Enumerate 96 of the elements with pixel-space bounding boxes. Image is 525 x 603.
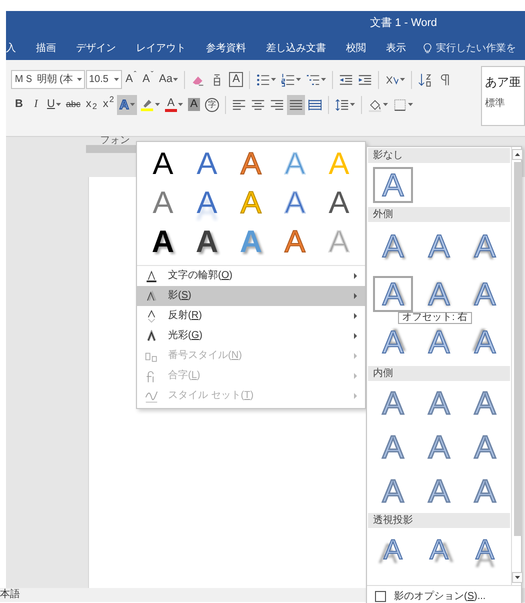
ribbon-tab[interactable]: 描画 (26, 42, 66, 55)
menu-item[interactable]: 影(S) (137, 286, 365, 306)
text-effect-sample[interactable]: A (141, 222, 185, 261)
scrollbar-thumb[interactable] (514, 162, 522, 536)
lightbulb-icon (422, 43, 433, 54)
strikethrough-button[interactable]: abc (64, 94, 82, 114)
distributed-icon (308, 98, 322, 112)
shadow-preset[interactable]: A (419, 473, 459, 509)
outline-icon (145, 270, 158, 282)
section-header: 外側 (368, 207, 510, 222)
line-spacing-icon (334, 98, 349, 112)
submenu-arrow-icon (354, 373, 357, 379)
bold-button[interactable]: B (11, 94, 27, 114)
caret-icon (114, 78, 119, 81)
text-effect-sample[interactable]: A (273, 222, 317, 261)
ribbon-tab[interactable]: 入 (6, 42, 26, 55)
ribbon-tab[interactable]: レイアウト (126, 42, 196, 55)
subscript-button[interactable]: x$_{2}$ (83, 94, 100, 114)
submenu-arrow-icon (354, 313, 357, 319)
justify-icon (288, 98, 303, 112)
submenu-arrow-icon (354, 273, 357, 279)
multilevel-list-icon (306, 72, 320, 86)
text-effect-sample[interactable]: A (185, 144, 229, 183)
sort-icon (418, 72, 432, 86)
shadow-preset[interactable]: A (373, 429, 413, 465)
checkbox[interactable] (375, 591, 386, 602)
text-effect-sample[interactable]: A (273, 144, 317, 183)
text-effect-sample[interactable]: A (229, 222, 273, 261)
style-set-icon (145, 390, 158, 402)
submenu-arrow-icon (354, 393, 357, 399)
shadow-preset[interactable]: A (419, 429, 459, 465)
section-header: 透視投影 (368, 513, 510, 528)
text-effect-sample[interactable]: A (273, 183, 317, 222)
decrease-indent-icon (338, 72, 353, 86)
underline-button[interactable]: U (45, 94, 63, 114)
text-effect-sample[interactable]: A (185, 183, 229, 222)
scroll-up-button[interactable] (512, 149, 523, 160)
caret-icon (77, 78, 82, 81)
italic-button[interactable]: I (28, 94, 44, 114)
font-size-field[interactable]: 10.5 (86, 70, 122, 89)
change-case-button[interactable]: Aa (157, 70, 180, 90)
text-effect-sample[interactable]: A (317, 183, 361, 222)
ribbon-tab[interactable]: 表示 (376, 42, 416, 55)
ribbon-tab[interactable]: 校閲 (336, 42, 376, 55)
reflection-icon (145, 310, 158, 322)
highlighter-icon (140, 98, 154, 112)
shrink-font-button[interactable]: A$^{ˇ}$ (140, 70, 156, 90)
glow-icon (145, 330, 158, 342)
down-arrow-icon (515, 576, 520, 579)
borders-icon (392, 98, 407, 112)
submenu-arrow-icon (354, 333, 357, 339)
group-label: フォン (100, 135, 130, 147)
style-sample: あア亜 (485, 75, 521, 90)
shadow-preset[interactable]: A (419, 385, 459, 421)
text-effect-sample[interactable]: A (141, 183, 185, 222)
text-effect-sample[interactable]: A (185, 222, 229, 261)
grow-font-button[interactable]: A$^{ˆ}$ (123, 70, 139, 90)
shadow-preset[interactable]: A (465, 473, 505, 509)
style-gallery[interactable]: あア亜 標準 (481, 66, 525, 126)
shadow-preset[interactable]: A (373, 473, 413, 509)
menu-item[interactable]: 文字の輪郭(O) (137, 266, 365, 286)
tooltip: オフセット: 右 (398, 312, 472, 324)
section-header: 内側 (368, 366, 510, 381)
shadow-preset[interactable]: A (465, 429, 505, 465)
align-left-icon (232, 98, 246, 112)
justify-button[interactable] (286, 94, 305, 114)
shadow-icon (145, 290, 158, 302)
style-name: 標準 (485, 98, 505, 110)
shadow-preset[interactable]: A (465, 385, 505, 421)
shadow-preset[interactable]: A (373, 385, 413, 421)
menu-item[interactable]: 反射(R) (137, 306, 365, 326)
window-title: 文書 1 - Word (370, 17, 438, 31)
bullet-list-icon (256, 72, 270, 86)
menu-item[interactable]: 光彩(G) (137, 326, 365, 346)
language-status[interactable]: 本語 (0, 589, 20, 600)
section-header: 影なし (368, 148, 510, 163)
paint-bucket-icon (368, 98, 382, 112)
align-center-icon (250, 98, 265, 112)
align-right-icon (270, 98, 284, 112)
shadow-options-link[interactable]: 影のオプション(S)... (394, 590, 486, 602)
up-arrow-icon (515, 153, 520, 156)
scroll-down-button[interactable] (512, 572, 523, 583)
numbered-list-icon (280, 72, 295, 86)
font-name-field[interactable]: ＭＳ 明朝 (本 (11, 70, 85, 89)
text-effect-sample[interactable]: A (229, 144, 273, 183)
ribbon-tab[interactable]: 参考資料 (196, 42, 256, 55)
submenu-arrow-icon (354, 353, 357, 359)
font-color-button[interactable]: A (162, 94, 185, 114)
submenu-arrow-icon (354, 293, 357, 299)
ribbon-tab[interactable]: デザイン (66, 42, 126, 55)
text-effects-button[interactable]: A (117, 94, 137, 114)
character-border-button[interactable]: A (227, 70, 245, 90)
ribbon-tab[interactable]: 差し込み文書 (256, 42, 336, 55)
increase-indent-icon (358, 72, 372, 86)
text-effect-sample[interactable]: A (141, 144, 185, 183)
superscript-button[interactable]: x$^{2}$ (100, 94, 116, 114)
